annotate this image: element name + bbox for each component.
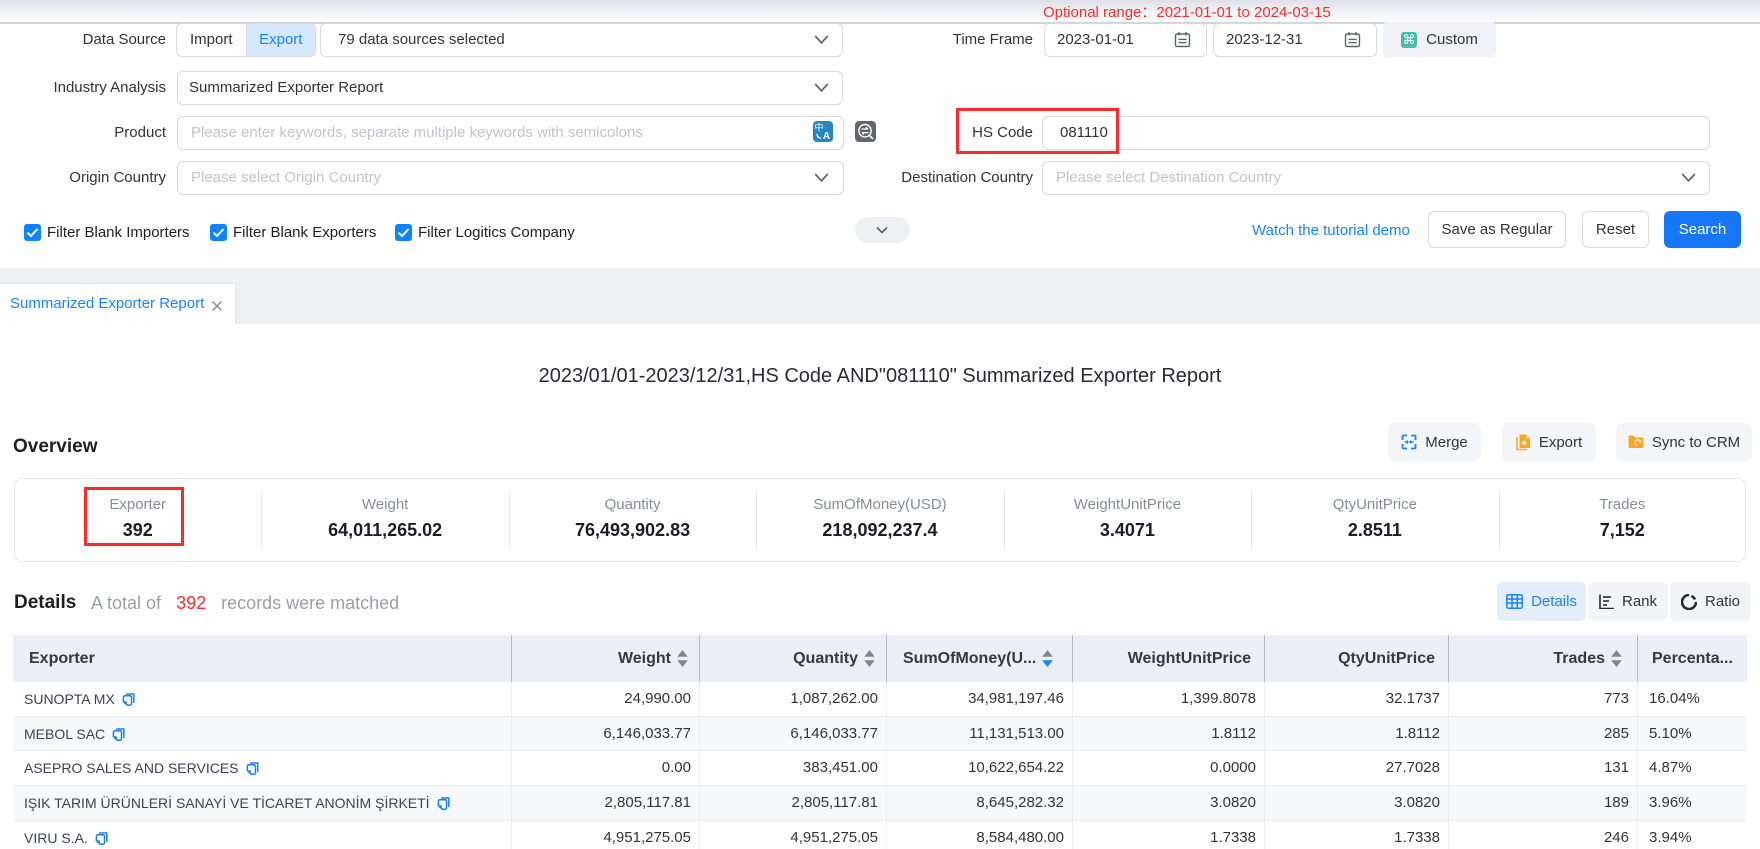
svg-text:A: A bbox=[823, 131, 830, 142]
